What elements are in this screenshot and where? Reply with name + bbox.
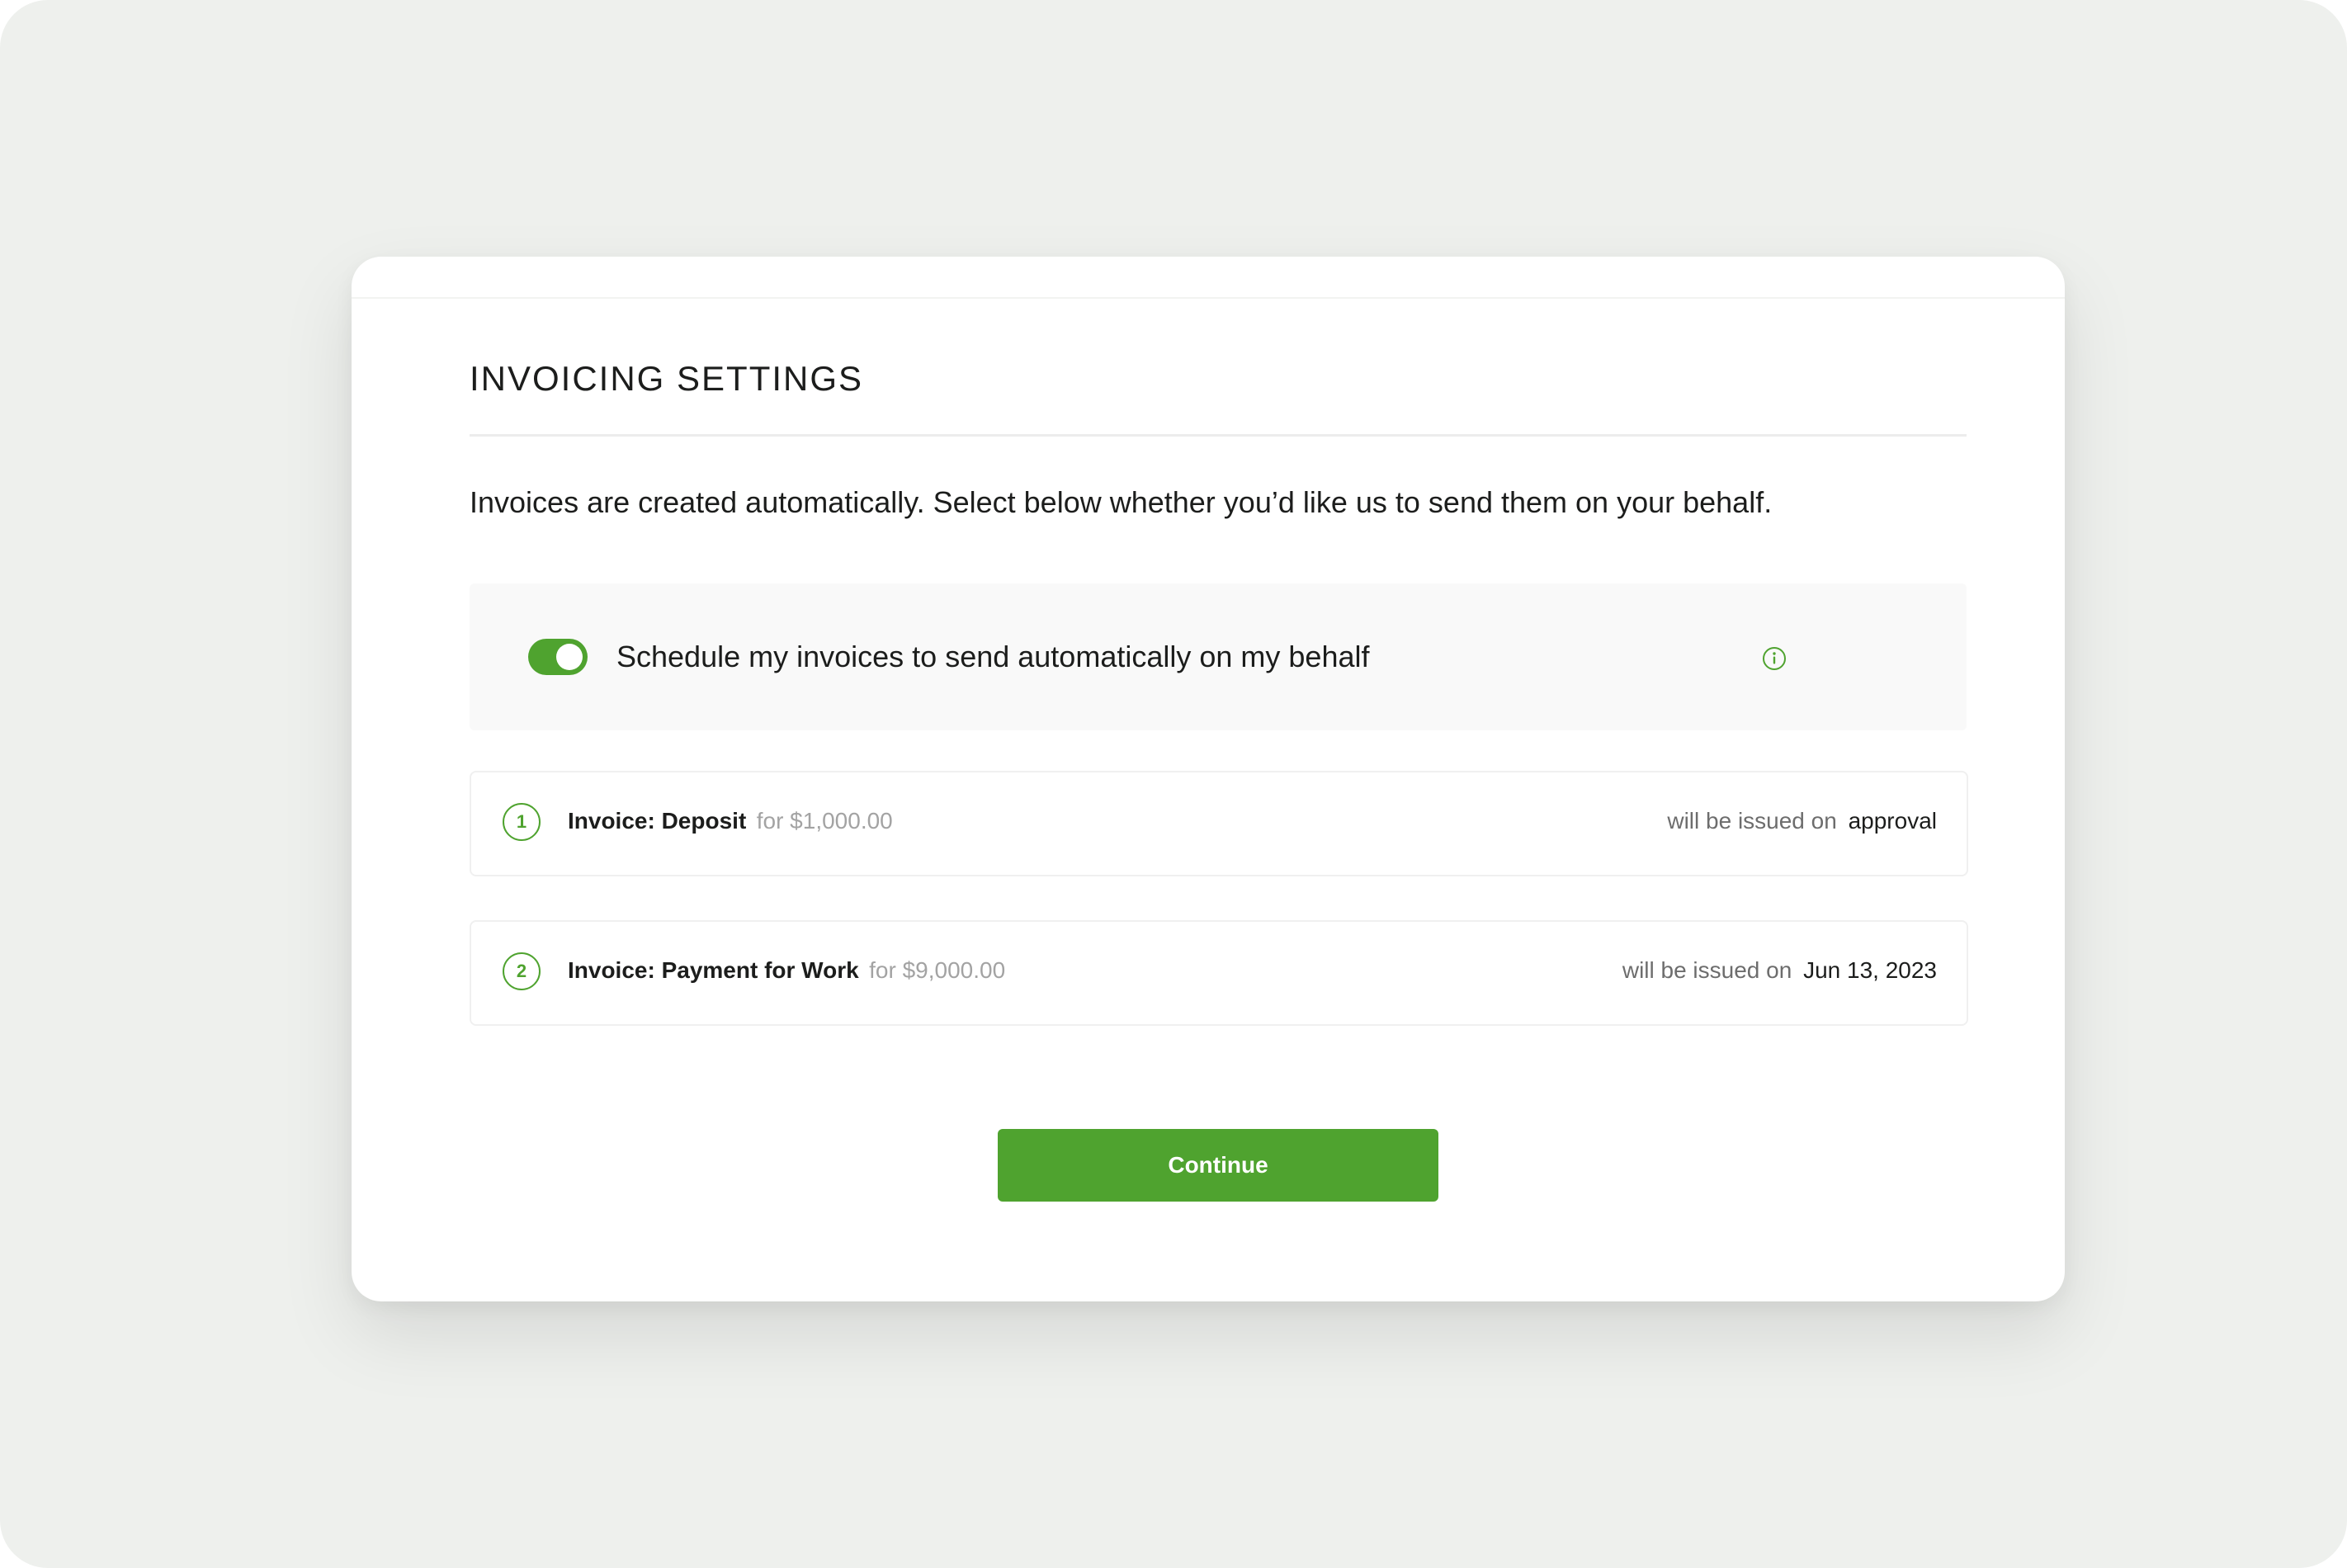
invoice-amount: for $9,000.00	[869, 957, 1006, 983]
invoice-row-payment-for-work: 2 Invoice: Payment for Work for $9,000.0…	[470, 920, 1968, 1026]
schedule-setting-panel: Schedule my invoices to send automatical…	[470, 583, 1967, 730]
invoicing-settings-modal: INVOICING SETTINGS Invoices are created …	[352, 257, 2065, 1301]
issue-prefix: will be issued on	[1622, 957, 1792, 983]
invoice-amount: for $1,000.00	[756, 808, 893, 834]
modal-top-divider	[352, 297, 2065, 299]
schedule-toggle[interactable]	[528, 639, 588, 675]
step-number-badge: 2	[503, 952, 541, 990]
invoice-info: Invoice: Deposit for $1,000.00	[568, 808, 893, 834]
info-circle-icon[interactable]	[1762, 646, 1787, 671]
invoice-issue-info: will be issued on Jun 13, 2023	[1622, 957, 1937, 984]
title-divider	[470, 434, 1967, 437]
continue-button[interactable]: Continue	[998, 1129, 1438, 1202]
app-background: INVOICING SETTINGS Invoices are created …	[0, 0, 2347, 1568]
schedule-toggle-label: Schedule my invoices to send automatical…	[616, 640, 1370, 673]
invoice-name: Invoice: Payment for Work	[568, 957, 859, 983]
issue-prefix: will be issued on	[1667, 808, 1837, 834]
modal-description: Invoices are created automatically. Sele…	[470, 485, 1773, 519]
issue-date: approval	[1848, 808, 1937, 834]
invoice-info: Invoice: Payment for Work for $9,000.00	[568, 957, 1005, 984]
step-number-badge: 1	[503, 803, 541, 841]
modal-title: INVOICING SETTINGS	[470, 359, 864, 398]
invoice-row-deposit: 1 Invoice: Deposit for $1,000.00 will be…	[470, 771, 1968, 876]
issue-date: Jun 13, 2023	[1803, 957, 1937, 983]
invoice-issue-info: will be issued on approval	[1667, 808, 1937, 834]
invoice-name: Invoice: Deposit	[568, 808, 747, 834]
toggle-knob	[556, 644, 583, 670]
